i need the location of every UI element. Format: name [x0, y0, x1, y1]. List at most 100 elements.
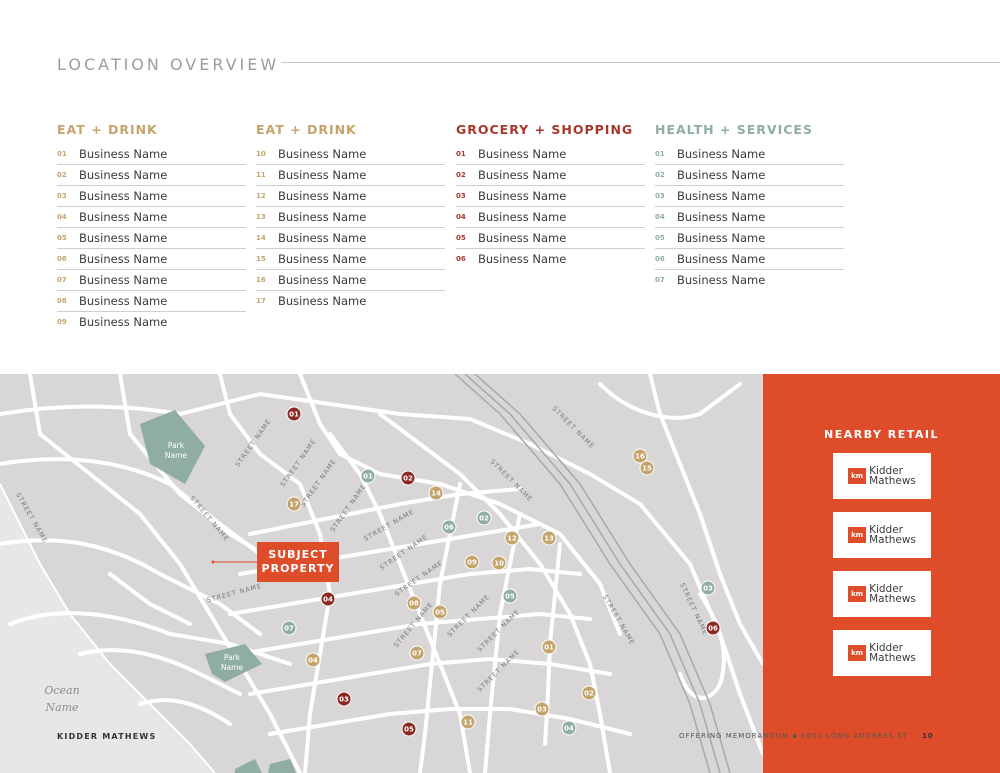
footer-doc-title: OFFERING MEMORANDUM ▪ 0000 LONG ADDRESS …: [679, 732, 908, 740]
list-item: 05 Business Name: [655, 228, 844, 249]
health-pin: 01: [360, 468, 376, 484]
list-item: 01 Business Name: [57, 144, 246, 165]
category-title: GROCERY + SHOPPING: [456, 122, 634, 137]
list-item-number: 04: [655, 213, 665, 221]
health-pin-label: 05: [505, 593, 515, 601]
list-item-name: Business Name: [677, 231, 766, 245]
eat-pin: 14: [428, 485, 444, 501]
eat-pin: 09: [464, 554, 480, 570]
list-item: 11 Business Name: [256, 165, 445, 186]
list-item-number: 16: [256, 276, 266, 284]
list-item-name: Business Name: [278, 210, 367, 224]
eat-pin: 08: [406, 595, 422, 611]
eat-pin-label: 01: [544, 644, 554, 652]
category-column: EAT + DRINK 10 Business Name 11 Business Nam…: [256, 122, 445, 311]
ocean-label-b: Name: [44, 701, 79, 714]
retail-logo: km Kidder Mathews: [833, 571, 931, 617]
eat-pin-label: 16: [635, 453, 645, 461]
subject-property-label: SUBJECT PROPERTY: [257, 542, 339, 582]
list-item-name: Business Name: [79, 252, 168, 266]
list-item: 03 Business Name: [57, 186, 246, 207]
list-item-number: 03: [57, 192, 67, 200]
list-item: 12 Business Name: [256, 186, 445, 207]
list-item-name: Business Name: [278, 252, 367, 266]
health-pin: 07: [281, 620, 297, 636]
eat-pin: 02: [581, 685, 597, 701]
subject-line-1: SUBJECT: [268, 548, 328, 561]
grocery-pin: 02: [400, 470, 416, 486]
location-map: Park Name Park Name Ocean Name STREET NA…: [0, 374, 763, 773]
list-item: 05 Business Name: [456, 228, 645, 249]
health-pin: 04: [561, 720, 577, 736]
list-item-name: Business Name: [79, 189, 168, 203]
logo-text: Kidder Mathews: [869, 584, 916, 605]
eat-pin: 17: [286, 496, 302, 512]
list-item: 07 Business Name: [655, 270, 844, 290]
health-pin-label: 03: [703, 585, 713, 593]
list-item-name: Business Name: [79, 273, 168, 287]
subject-line-2: PROPERTY: [261, 562, 335, 575]
nearby-retail-panel: NEARBY RETAIL km Kidder Mathews km Kidder Mat…: [763, 374, 1000, 773]
eat-pin-label: 02: [584, 690, 594, 698]
category-column: EAT + DRINK 01 Business Name 02 Business Nam…: [57, 122, 246, 332]
park-label-1a: Park: [168, 441, 185, 450]
list-item-name: Business Name: [478, 168, 567, 182]
list-item-number: 17: [256, 297, 266, 305]
logo-line-2: Mathews: [869, 534, 916, 546]
list-item: 01 Business Name: [655, 144, 844, 165]
logo-line-2: Mathews: [869, 475, 916, 487]
list-item: 06 Business Name: [655, 249, 844, 270]
health-pin-label: 04: [564, 725, 574, 733]
grocery-pin-label: 01: [289, 411, 299, 419]
eat-pin-label: 17: [289, 501, 299, 509]
park-label-2b: Name: [221, 663, 244, 672]
list-item-name: Business Name: [677, 273, 766, 287]
list-item: 16 Business Name: [256, 270, 445, 291]
list-item-name: Business Name: [478, 231, 567, 245]
list-item: 01 Business Name: [456, 144, 645, 165]
list-item-name: Business Name: [278, 189, 367, 203]
list-item: 02 Business Name: [655, 165, 844, 186]
health-pin: 02: [476, 510, 492, 526]
list-item: 10 Business Name: [256, 144, 445, 165]
logo-text: Kidder Mathews: [869, 525, 916, 546]
list-item: 02 Business Name: [57, 165, 246, 186]
logo-text: Kidder Mathews: [869, 643, 916, 664]
list-item: 17 Business Name: [256, 291, 445, 311]
list-item-name: Business Name: [677, 252, 766, 266]
retail-logo: km Kidder Mathews: [833, 453, 931, 499]
eat-pin: 12: [504, 530, 520, 546]
nearby-retail-title: NEARBY RETAIL: [823, 428, 940, 441]
ocean-label-a: Ocean: [44, 684, 79, 697]
eat-pin-label: 14: [431, 490, 441, 498]
list-item: 06 Business Name: [57, 249, 246, 270]
eat-pin: 03: [534, 701, 550, 717]
list-item-name: Business Name: [278, 168, 367, 182]
list-item: 05 Business Name: [57, 228, 246, 249]
list-item-number: 09: [57, 318, 67, 326]
list-item-name: Business Name: [278, 273, 367, 287]
list-item-number: 14: [256, 234, 266, 242]
health-pin: 03: [700, 580, 716, 596]
list-item-number: 05: [456, 234, 466, 242]
list-item: 04 Business Name: [655, 207, 844, 228]
eat-pin: 01: [541, 639, 557, 655]
health-pin-label: 01: [363, 473, 373, 481]
list-item-number: 06: [456, 255, 466, 263]
grocery-pin: 03: [336, 691, 352, 707]
grocery-pin-label: 05: [404, 726, 414, 734]
health-pin-label: 06: [444, 524, 454, 532]
list-item-number: 11: [256, 171, 266, 179]
list-item: 13 Business Name: [256, 207, 445, 228]
page-title: LOCATION OVERVIEW: [57, 55, 280, 74]
list-item-number: 06: [655, 255, 665, 263]
list-item-number: 01: [655, 150, 665, 158]
eat-pin-label: 12: [507, 535, 517, 543]
retail-logo: km Kidder Mathews: [833, 512, 931, 558]
list-item: 04 Business Name: [456, 207, 645, 228]
list-item-name: Business Name: [478, 147, 567, 161]
list-item-number: 01: [57, 150, 67, 158]
list-item-number: 05: [655, 234, 665, 242]
grocery-pin: 05: [401, 721, 417, 737]
health-pin: 05: [502, 588, 518, 604]
